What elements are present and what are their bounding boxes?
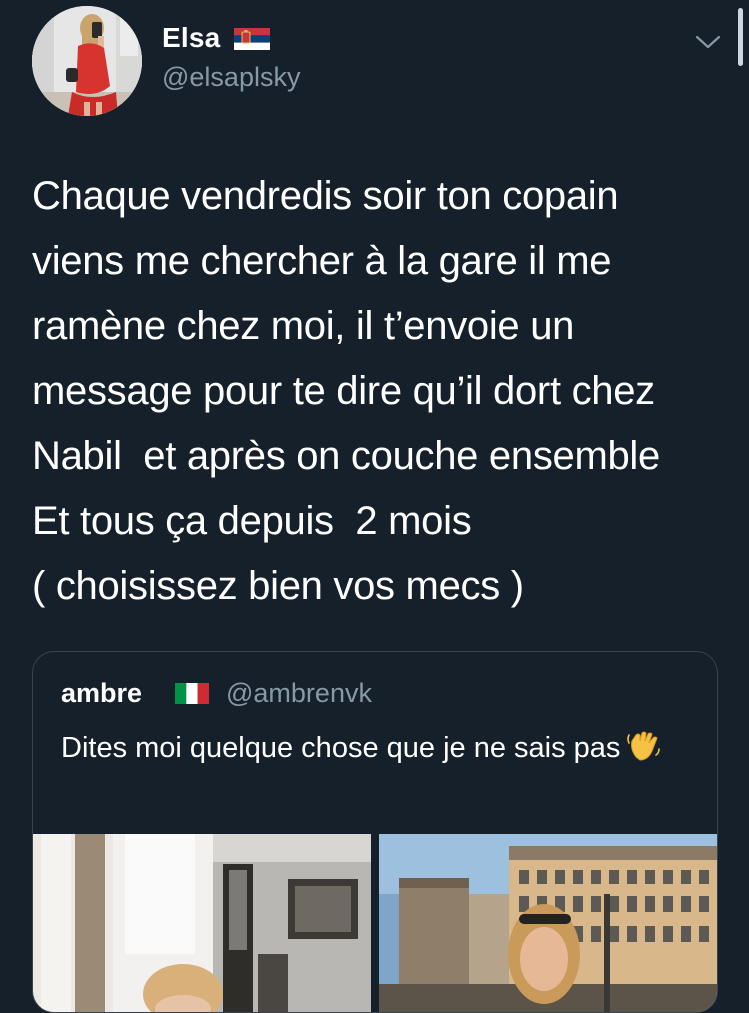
tweet-text: Chaque vendredis soir ton copain viens m… bbox=[32, 174, 660, 608]
chevron-down-icon[interactable] bbox=[694, 32, 722, 52]
quoted-author-name: ambre bbox=[61, 678, 143, 708]
quoted-tweet-text-content: Dites moi quelque chose que je ne sais p… bbox=[61, 732, 621, 764]
avatar-photo bbox=[32, 6, 142, 116]
avatar[interactable] bbox=[32, 6, 142, 116]
quoted-author-handle: @ambrenvk bbox=[226, 678, 372, 708]
author-name[interactable]: Elsa bbox=[162, 22, 220, 54]
tweet[interactable]: Elsa @elsaplsky Chaque vendredis soir to… bbox=[0, 0, 749, 1013]
photo-woman-interior bbox=[33, 834, 371, 1012]
quoted-media-photo-2[interactable] bbox=[379, 834, 717, 1012]
quoted-media-photo-1[interactable] bbox=[33, 834, 371, 1012]
quoted-tweet-text: Dites moi quelque chose que je ne sais p… bbox=[61, 726, 681, 770]
quoted-tweet[interactable]: ambre @ambrenvk Dites moi quelque chose … bbox=[32, 651, 718, 1013]
photo-woman-city-street bbox=[379, 834, 717, 1012]
serbia-flag-icon bbox=[234, 28, 270, 50]
author-handle[interactable]: @elsaplsky bbox=[162, 62, 300, 93]
waving-hand-icon bbox=[627, 731, 661, 761]
italy-flag-icon bbox=[175, 683, 209, 704]
scrollbar[interactable] bbox=[738, 8, 743, 66]
